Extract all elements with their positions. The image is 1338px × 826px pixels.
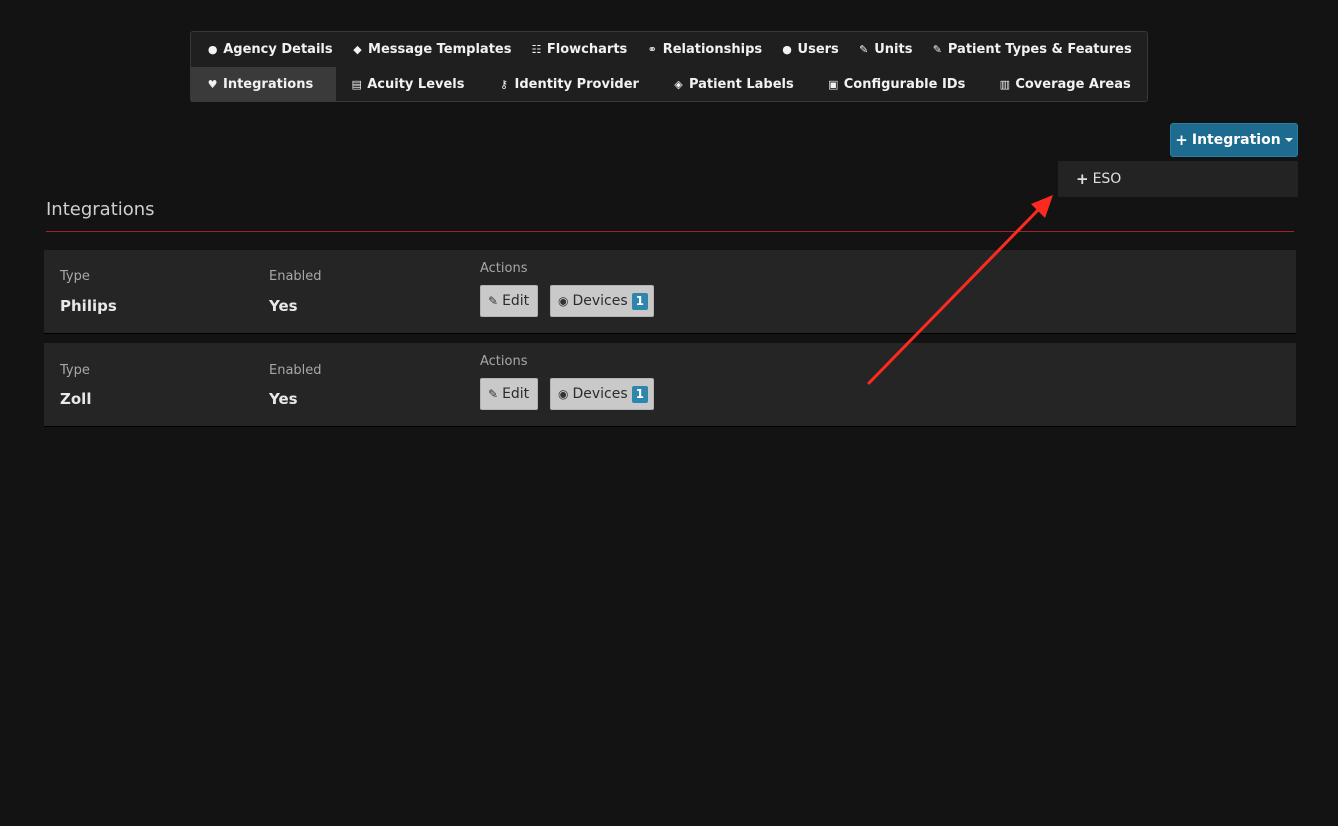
info-circle-icon: ● [207,43,218,56]
devices-button-label: Devices [572,386,628,402]
add-integration-label: Integration [1191,132,1281,148]
tab-row-1: ● Agency Details ◆ Message Templates ☷ Flow… [191,32,1147,67]
devices-count-badge: 1 [631,292,649,310]
dropdown-item-label: ESO [1092,171,1122,187]
dropdown-item-eso[interactable]: + ESO [1076,161,1121,197]
caret-down-icon [1284,138,1293,142]
page: ● Agency Details ◆ Message Templates ☷ Flow… [0,0,1338,826]
id-badge-icon: ▣ [828,78,839,91]
tab-label: Patient Labels [688,77,794,92]
edit-button-label: Edit [502,293,530,309]
tab-label: Flowcharts [546,42,628,57]
tab-configurable-ids[interactable]: ▣ Configurable IDs [813,67,985,102]
section-title: Integrations [46,199,155,220]
user-icon: ● [782,43,792,56]
tab-patient-labels[interactable]: ◈ Patient Labels [658,67,813,102]
eye-icon: ◉ [558,294,569,308]
tab-acuity-levels[interactable]: ▤ Acuity Levels [336,67,483,102]
tab-label: Units [874,42,913,57]
tab-message-templates[interactable]: ◆ Message Templates [351,32,511,67]
actions-label: Actions [480,354,528,369]
tab-users[interactable]: ● Users [781,32,839,67]
tab-label: Integrations [223,77,314,92]
tab-label: Patient Types & Features [947,42,1132,57]
devices-button[interactable]: ◉ Devices 1 [550,285,654,317]
heartbeat-icon: ♥ [207,78,218,91]
tab-integrations[interactable]: ♥ Integrations [191,67,337,102]
section-divider [46,231,1294,232]
devices-count-badge: 1 [631,385,649,403]
type-value: Zoll [60,390,92,408]
type-value: Philips [60,297,117,315]
integration-row: Type Philips Enabled Yes Actions ✎ Edit ◉… [44,250,1296,334]
tab-label: Acuity Levels [367,77,465,92]
tab-patient-types-features[interactable]: ✎ Patient Types & Features [931,32,1132,67]
key-icon: ⚷ [499,78,509,91]
list-icon: ☷ [531,43,542,56]
settings-tab-panel: ● Agency Details ◆ Message Templates ☷ Flow… [190,31,1148,102]
tab-label: Agency Details [223,42,333,57]
pencil-icon: ✎ [859,43,869,56]
devices-button-label: Devices [572,293,628,309]
devices-button[interactable]: ◉ Devices 1 [550,378,654,410]
comments-icon: ◆ [353,43,362,56]
tab-row-2: ♥ Integrations ▤ Acuity Levels ⚷ Identity P… [191,67,1147,102]
enabled-label: Enabled [269,363,322,378]
edit-button[interactable]: ✎ Edit [480,285,538,317]
plus-icon: + [1076,170,1089,188]
handshake-icon: ⚭ [647,43,657,56]
eye-icon: ◉ [558,387,569,401]
tab-identity-provider[interactable]: ⚷ Identity Provider [484,67,658,102]
pencil-icon: ✎ [488,387,499,401]
tab-flowcharts[interactable]: ☷ Flowcharts [530,32,627,67]
tab-label: Configurable IDs [843,77,966,92]
tab-agency-details[interactable]: ● Agency Details [206,32,333,67]
plus-icon: + [1175,131,1188,149]
tab-relationships[interactable]: ⚭ Relationships [646,32,763,67]
integration-row: Type Zoll Enabled Yes Actions ✎ Edit ◉ Dev… [44,343,1296,427]
map-icon: ▥ [999,78,1011,91]
tab-units[interactable]: ✎ Units [857,32,912,67]
copy-icon: ▤ [351,78,362,91]
type-label: Type [60,269,90,284]
enabled-value: Yes [269,390,298,408]
tab-label: Users [797,42,839,57]
tab-label: Coverage Areas [1015,77,1131,92]
add-integration-button[interactable]: + Integration [1170,123,1298,157]
enabled-label: Enabled [269,269,322,284]
tags-icon: ◈ [674,78,683,91]
actions-label: Actions [480,261,528,276]
tab-coverage-areas[interactable]: ▥ Coverage Areas [984,67,1149,102]
tab-label: Message Templates [368,42,512,57]
integration-dropdown-menu: + ESO [1058,161,1298,197]
edit-button[interactable]: ✎ Edit [480,378,538,410]
edit-button-label: Edit [502,386,530,402]
tab-label: Identity Provider [514,77,639,92]
pencil-icon: ✎ [488,294,499,308]
tab-label: Relationships [662,42,763,57]
enabled-value: Yes [269,297,298,315]
type-label: Type [60,363,90,378]
pencil-icon: ✎ [932,43,942,56]
